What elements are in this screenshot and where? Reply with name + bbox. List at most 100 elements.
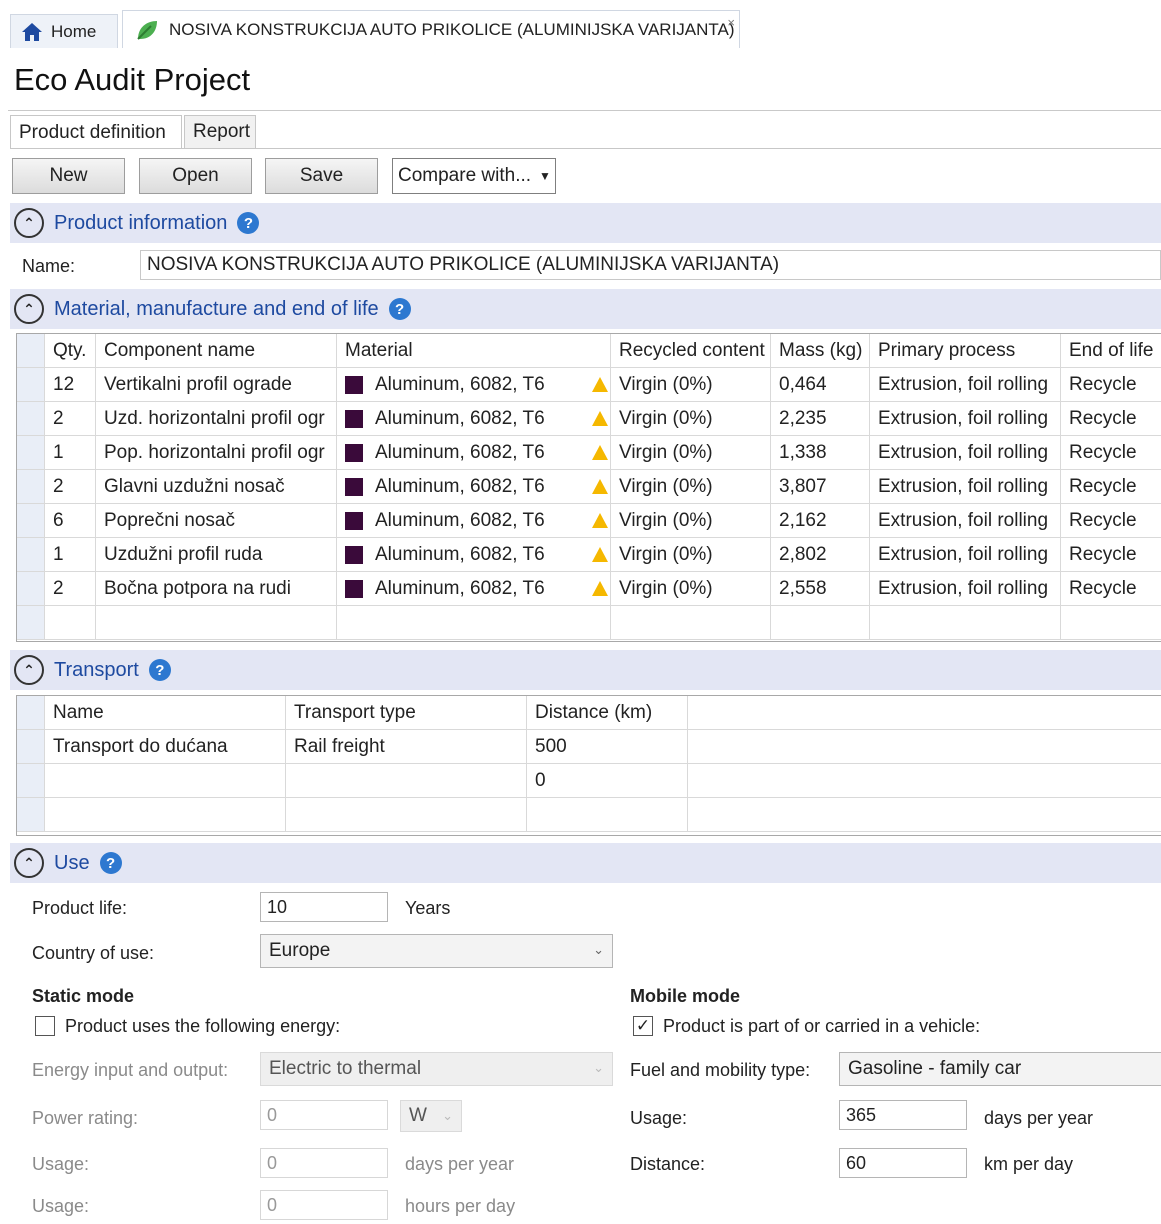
cell-recycled[interactable]: Virgin (0%) <box>611 572 771 605</box>
cell-process[interactable]: Extrusion, foil rolling <box>870 572 1061 605</box>
cell-material[interactable]: Aluminum, 6082, T6 <box>337 368 611 401</box>
cell-name[interactable]: Uzd. horizontalni profil ogr <box>96 402 337 435</box>
help-icon[interactable]: ? <box>99 852 122 874</box>
row-header[interactable] <box>17 504 45 537</box>
cell-qty[interactable]: 6 <box>45 504 96 537</box>
cell-name[interactable]: Uzdužni profil ruda <box>96 538 337 571</box>
column-header[interactable]: Qty. <box>45 334 96 367</box>
cell-recycled[interactable]: Virgin (0%) <box>611 436 771 469</box>
help-icon[interactable]: ? <box>148 659 171 681</box>
collapse-icon[interactable]: ⌃ <box>14 848 44 878</box>
cell-mass[interactable]: 3,807 <box>771 470 870 503</box>
cell-mass[interactable]: 2,802 <box>771 538 870 571</box>
row-header[interactable] <box>17 572 45 605</box>
cell-name[interactable]: Poprečni nosač <box>96 504 337 537</box>
energy-input-output-select[interactable]: Electric to thermal ⌄ <box>260 1052 613 1086</box>
column-header[interactable]: Mass (kg) <box>771 334 870 367</box>
cell-process[interactable]: Extrusion, foil rolling <box>870 402 1061 435</box>
cell-name[interactable] <box>45 798 286 831</box>
cell-qty[interactable] <box>45 606 96 639</box>
table-row[interactable]: 1 Uzdužni profil ruda Aluminum, 6082, T6 Vi… <box>17 538 1161 572</box>
cell-mass[interactable]: 0,464 <box>771 368 870 401</box>
row-header[interactable] <box>17 606 45 639</box>
cell-distance[interactable]: 0 <box>527 764 688 797</box>
cell-qty[interactable]: 1 <box>45 436 96 469</box>
cell-recycled[interactable]: Virgin (0%) <box>611 368 771 401</box>
cell-eol[interactable] <box>1061 606 1161 639</box>
cell-process[interactable]: Extrusion, foil rolling <box>870 504 1061 537</box>
row-header[interactable] <box>17 798 45 831</box>
name-input[interactable]: NOSIVA KONSTRUKCIJA AUTO PRIKOLICE (ALUM… <box>140 250 1161 280</box>
cell-distance[interactable] <box>527 798 688 831</box>
column-header[interactable]: Primary process <box>870 334 1061 367</box>
cell-mass[interactable]: 1,338 <box>771 436 870 469</box>
mobile-vehicle-checkbox[interactable]: ✓ <box>633 1016 653 1036</box>
row-header[interactable] <box>17 730 45 763</box>
cell-name[interactable]: Vertikalni profil ograde <box>96 368 337 401</box>
cell-eol[interactable]: Recycle <box>1061 368 1161 401</box>
column-header[interactable]: Distance (km) <box>527 696 688 729</box>
cell-material[interactable]: Aluminum, 6082, T6 <box>337 436 611 469</box>
cell-recycled[interactable]: Virgin (0%) <box>611 402 771 435</box>
cell-material[interactable]: Aluminum, 6082, T6 <box>337 572 611 605</box>
row-header[interactable] <box>17 538 45 571</box>
table-row[interactable]: 2 Glavni uzdužni nosač Aluminum, 6082, T6 V… <box>17 470 1161 504</box>
cell-qty[interactable]: 12 <box>45 368 96 401</box>
cell-distance[interactable]: 500 <box>527 730 688 763</box>
table-row[interactable]: 0 <box>17 764 1161 798</box>
table-row[interactable]: 12 Vertikalni profil ograde Aluminum, 6082… <box>17 368 1161 402</box>
cell-mass[interactable]: 2,235 <box>771 402 870 435</box>
collapse-icon[interactable]: ⌃ <box>14 655 44 685</box>
distance-input[interactable]: 60 <box>839 1148 967 1178</box>
row-header[interactable] <box>17 402 45 435</box>
collapse-icon[interactable]: ⌃ <box>14 294 44 324</box>
cell-material[interactable]: Aluminum, 6082, T6 <box>337 470 611 503</box>
table-row-empty[interactable] <box>17 798 1161 832</box>
table-row[interactable]: 1 Pop. horizontalni profil ogr Aluminum, 6… <box>17 436 1161 470</box>
cell-mass[interactable]: 2,162 <box>771 504 870 537</box>
table-row[interactable]: Transport do dućana Rail freight 500 <box>17 730 1161 764</box>
tab-report[interactable]: Report <box>184 115 256 149</box>
cell-recycled[interactable]: Virgin (0%) <box>611 538 771 571</box>
help-icon[interactable]: ? <box>237 212 260 234</box>
cell-qty[interactable]: 1 <box>45 538 96 571</box>
tab-home[interactable]: Home <box>10 14 118 48</box>
cell-name[interactable] <box>45 764 286 797</box>
cell-qty[interactable]: 2 <box>45 402 96 435</box>
cell-eol[interactable]: Recycle <box>1061 572 1161 605</box>
cell-recycled[interactable]: Virgin (0%) <box>611 470 771 503</box>
cell-type[interactable]: Rail freight <box>286 730 527 763</box>
cell-qty[interactable]: 2 <box>45 470 96 503</box>
table-row[interactable]: 2 Bočna potpora na rudi Aluminum, 6082, T6… <box>17 572 1161 606</box>
cell-name[interactable]: Bočna potpora na rudi <box>96 572 337 605</box>
cell-qty[interactable]: 2 <box>45 572 96 605</box>
power-rating-input[interactable]: 0 <box>260 1100 388 1130</box>
cell-recycled[interactable] <box>611 606 771 639</box>
cell-process[interactable] <box>870 606 1061 639</box>
mobile-usage-input[interactable]: 365 <box>839 1100 967 1130</box>
cell-process[interactable]: Extrusion, foil rolling <box>870 368 1061 401</box>
cell-name[interactable]: Glavni uzdužni nosač <box>96 470 337 503</box>
country-of-use-select[interactable]: Europe ⌄ <box>260 934 613 968</box>
row-header[interactable] <box>17 470 45 503</box>
cell-eol[interactable]: Recycle <box>1061 538 1161 571</box>
cell-material[interactable] <box>337 606 611 639</box>
cell-material[interactable]: Aluminum, 6082, T6 <box>337 504 611 537</box>
fuel-mobility-select[interactable]: Gasoline - family car <box>839 1052 1161 1086</box>
close-tab-icon[interactable]: × <box>727 15 735 30</box>
cell-process[interactable]: Extrusion, foil rolling <box>870 436 1061 469</box>
product-life-input[interactable]: 10 <box>260 892 388 922</box>
column-header[interactable]: End of life <box>1061 334 1161 367</box>
cell-recycled[interactable]: Virgin (0%) <box>611 504 771 537</box>
static-energy-checkbox[interactable] <box>35 1016 55 1036</box>
cell-eol[interactable]: Recycle <box>1061 436 1161 469</box>
static-usage-days-input[interactable]: 0 <box>260 1148 388 1178</box>
static-usage-hours-input[interactable]: 0 <box>260 1190 388 1220</box>
cell-type[interactable] <box>286 798 527 831</box>
row-header[interactable] <box>17 368 45 401</box>
cell-material[interactable]: Aluminum, 6082, T6 <box>337 538 611 571</box>
column-header[interactable]: Transport type <box>286 696 527 729</box>
cell-eol[interactable]: Recycle <box>1061 504 1161 537</box>
table-row[interactable]: 6 Poprečni nosač Aluminum, 6082, T6 Virgin … <box>17 504 1161 538</box>
open-button[interactable]: Open <box>139 158 252 194</box>
